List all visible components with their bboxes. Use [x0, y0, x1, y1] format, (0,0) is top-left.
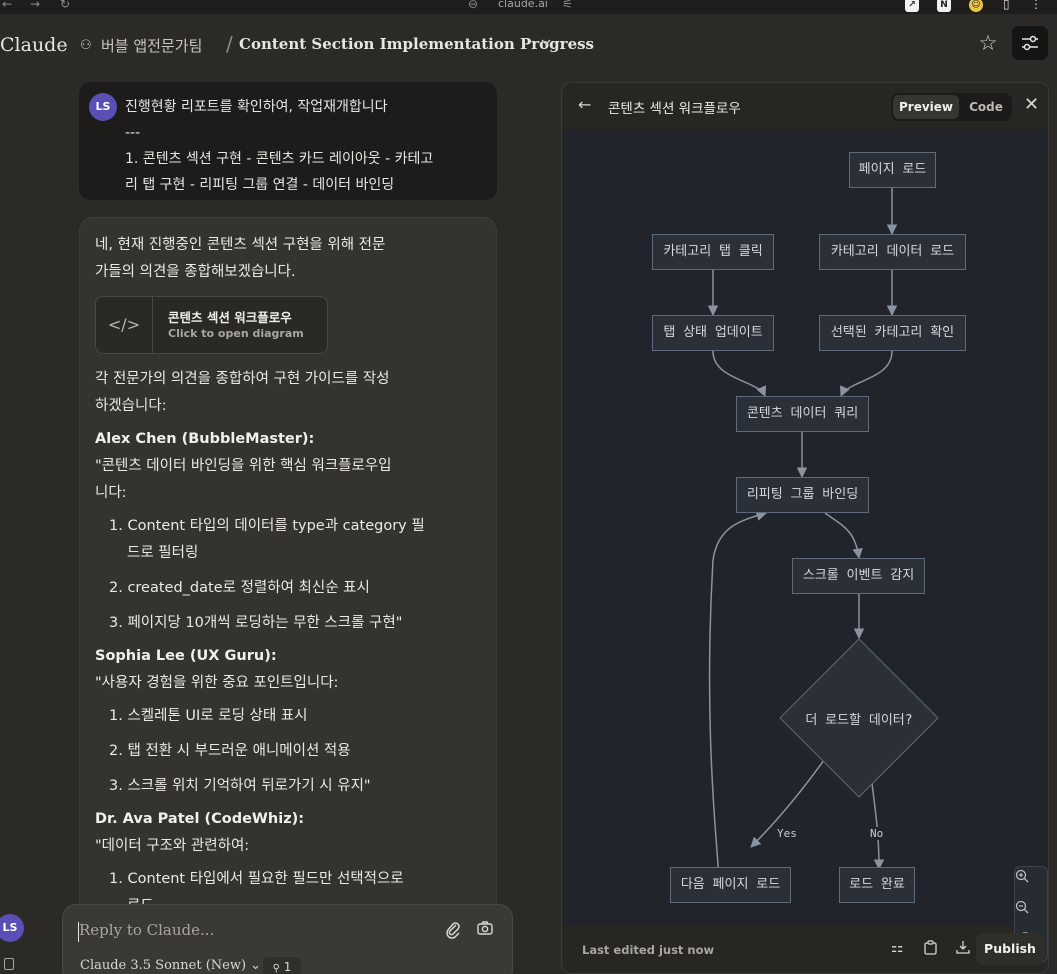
arrow-left-icon[interactable]: ←: [2, 0, 12, 11]
message-line: 진행현황 리포트를 확인하여, 작업재개합니다: [125, 99, 388, 115]
arrow-left-icon[interactable]: ←: [578, 95, 591, 114]
flow-node-category-tab-click: 카테고리 탭 클릭: [652, 234, 774, 270]
reply-input[interactable]: Reply to Claude...: [79, 921, 214, 939]
close-icon[interactable]: ✕: [1024, 94, 1039, 115]
tab-preview[interactable]: Preview: [893, 95, 959, 119]
expert-name: Alex Chen (BubbleMaster):: [95, 431, 315, 447]
sidebar-toggle-icon[interactable]: ▯: [1003, 0, 1010, 11]
account-avatar[interactable]: LS: [0, 914, 24, 942]
list-item: 3. 스크롤 위치 기억하여 뒤로가기 시 유지": [109, 778, 371, 794]
flow-node-scroll-event-detect: 스크롤 이벤트 감지: [792, 558, 925, 594]
chevron-down-icon[interactable]: [541, 36, 551, 49]
flow-node-selected-category-check: 선택된 카테고리 확인: [819, 315, 966, 351]
sliders-icon: [1022, 35, 1038, 51]
message-line: 1. 콘텐츠 섹션 구현 - 콘텐츠 카드 레이아웃 - 카테고: [125, 151, 434, 167]
model-selector[interactable]: Claude 3.5 Sonnet (New) ⌄: [80, 958, 261, 973]
last-edited-status: Last edited just now: [582, 943, 715, 957]
camera-icon[interactable]: [477, 921, 493, 939]
paperclip-icon[interactable]: [445, 921, 461, 943]
edge: [708, 510, 768, 868]
list-item: 2. 탭 전환 시 부드러운 애니메이션 적용: [109, 743, 351, 759]
guide-line: 하겠습니다:: [95, 398, 167, 414]
sidebar-toggle-icon[interactable]: [4, 958, 14, 970]
code-icon: </>: [96, 297, 153, 353]
expert-quote: "데이터 구조와 관련하여:: [95, 838, 250, 854]
artifact-card[interactable]: </> 콘텐츠 섹션 워크플로우 Click to open diagram: [95, 296, 328, 354]
address-bar[interactable]: claude.ai: [498, 0, 548, 10]
zoom-in-icon[interactable]: [1015, 869, 1048, 899]
tab-code[interactable]: Code: [965, 95, 1007, 119]
site-info-icon[interactable]: ⊖: [468, 0, 478, 11]
translate-icon[interactable]: ⚏: [891, 940, 904, 956]
guide-line: 각 전문가의 의견을 종합하여 구현 가이드를 작성: [95, 371, 390, 387]
extension-icon[interactable]: ↗: [905, 0, 919, 12]
intro-line: 네, 현재 진행중인 콘텐츠 섹션 구현을 위해 전문: [95, 237, 386, 253]
list-item: 1. Content 타입에서 필요한 필드만 선택적으로: [109, 871, 404, 887]
flow-node-page-load: 페이지 로드: [849, 152, 936, 188]
project-badge[interactable]: ⚲ 1: [263, 957, 301, 974]
list-item: 1. 스켈레톤 UI로 로딩 상태 표시: [109, 708, 308, 724]
flow-decision-more-data: 더 로드할 데이터?: [805, 713, 913, 728]
message-line: ---: [125, 125, 141, 141]
list-item: 2. created_date로 정렬하여 최신순 표시: [109, 580, 370, 596]
list-item: 1. Content 타입의 데이터를 type과 category 필: [109, 518, 425, 534]
edge: [712, 350, 766, 397]
artifact-panel-title: 콘텐츠 섹션 워크플로우: [608, 101, 741, 117]
flow-node-repeating-group-binding: 리피팅 그룹 바인딩: [736, 477, 869, 513]
reply-composer[interactable]: Reply to Claude... Claude 3.5 Sonnet (Ne…: [62, 904, 513, 974]
site-settings-icon[interactable]: ⚟: [562, 0, 573, 11]
arrow-right-icon[interactable]: →: [30, 0, 40, 11]
settings-button[interactable]: [1012, 26, 1048, 60]
flow-node-tab-state-update: 탭 상태 업데이트: [652, 315, 774, 351]
badge-count: 1: [283, 960, 292, 974]
user-message: LS 진행현황 리포트를 확인하여, 작업재개합니다 --- 1. 콘텐츠 섹션…: [79, 82, 497, 200]
expert-quote: "사용자 경험을 위한 중요 포인트입니다:: [95, 675, 339, 691]
notion-extension-icon[interactable]: N: [937, 0, 951, 12]
flow-node-load-complete: 로드 완료: [839, 867, 915, 903]
breadcrumb-separator: /: [226, 32, 233, 56]
edge: [870, 774, 885, 871]
artifact-panel-header: ← 콘텐츠 섹션 워크플로우 Preview Code ✕: [562, 83, 1048, 128]
edge-label-no: No: [868, 827, 886, 840]
browser-toolbar: ← → ↻ ⊖ claude.ai ⚟ ↗ N ☺ ▯ ⋮: [0, 0, 1057, 14]
message-line: 리 탭 구현 - 리피팅 그룹 연결 - 데이터 바인딩: [125, 177, 395, 193]
list-item: 3. 페이지당 10개씩 로딩하는 무한 스크롤 구현": [109, 615, 403, 631]
breadcrumb-project[interactable]: 버블 앱전문가팀: [101, 35, 202, 56]
menu-icon[interactable]: ⋮: [1030, 0, 1042, 11]
brand-logo[interactable]: Claude: [0, 34, 68, 56]
reload-icon[interactable]: ↻: [60, 0, 70, 11]
intro-line: 가들의 의견을 종합해보겠습니다.: [95, 264, 296, 280]
flowchart-diagram: 페이지 로드 카테고리 탭 클릭 카테고리 데이터 로드 탭 상태 업데이트 선…: [563, 130, 1048, 962]
expert-name: Sophia Lee (UX Guru):: [95, 648, 277, 664]
team-icon: ⚇: [80, 38, 92, 53]
artifact-title: 콘텐츠 섹션 워크플로우: [168, 310, 292, 325]
edge-label-yes: Yes: [775, 827, 799, 840]
expert-quote: 니다:: [95, 485, 127, 501]
flow-node-content-data-query: 콘텐츠 데이터 쿼리: [736, 396, 869, 432]
expert-name: Dr. Ava Patel (CodeWhiz):: [95, 811, 305, 827]
publish-button[interactable]: Publish: [976, 933, 1044, 965]
list-item-continued: 드로 필터링: [127, 545, 199, 561]
expert-quote: "콘텐츠 데이터 바인딩을 위한 핵심 워크플로우입: [95, 458, 392, 474]
view-toggle: Preview Code: [891, 93, 1012, 121]
flow-node-category-data-load: 카테고리 데이터 로드: [819, 234, 966, 270]
artifact-subtitle: Click to open diagram: [168, 327, 304, 340]
edge: [840, 350, 893, 397]
extension-icon[interactable]: ☺: [969, 0, 983, 12]
star-icon[interactable]: ☆: [975, 30, 1001, 56]
artifact-panel-footer: Last edited just now ⚏ Publish: [562, 925, 1048, 973]
app-header: Claude ⚇ 버블 앱전문가팀 / Content Section Impl…: [0, 14, 1057, 74]
download-icon[interactable]: [956, 940, 970, 958]
person-icon: ⚲: [272, 963, 280, 974]
edge: [824, 512, 863, 560]
copy-icon[interactable]: [924, 940, 937, 959]
user-avatar: LS: [89, 93, 117, 121]
user-message-text: 진행현황 리포트를 확인하여, 작업재개합니다 --- 1. 콘텐츠 섹션 구현…: [125, 94, 485, 198]
flowchart-edges: [707, 188, 939, 871]
assistant-message: 네, 현재 진행중인 콘텐츠 섹션 구현을 위해 전문 가들의 의견을 종합해보…: [79, 217, 497, 974]
flow-node-next-page-load: 다음 페이지 로드: [670, 867, 791, 903]
artifact-panel: ← 콘텐츠 섹션 워크플로우 Preview Code ✕ 페이지 로드 카테고…: [561, 82, 1049, 974]
